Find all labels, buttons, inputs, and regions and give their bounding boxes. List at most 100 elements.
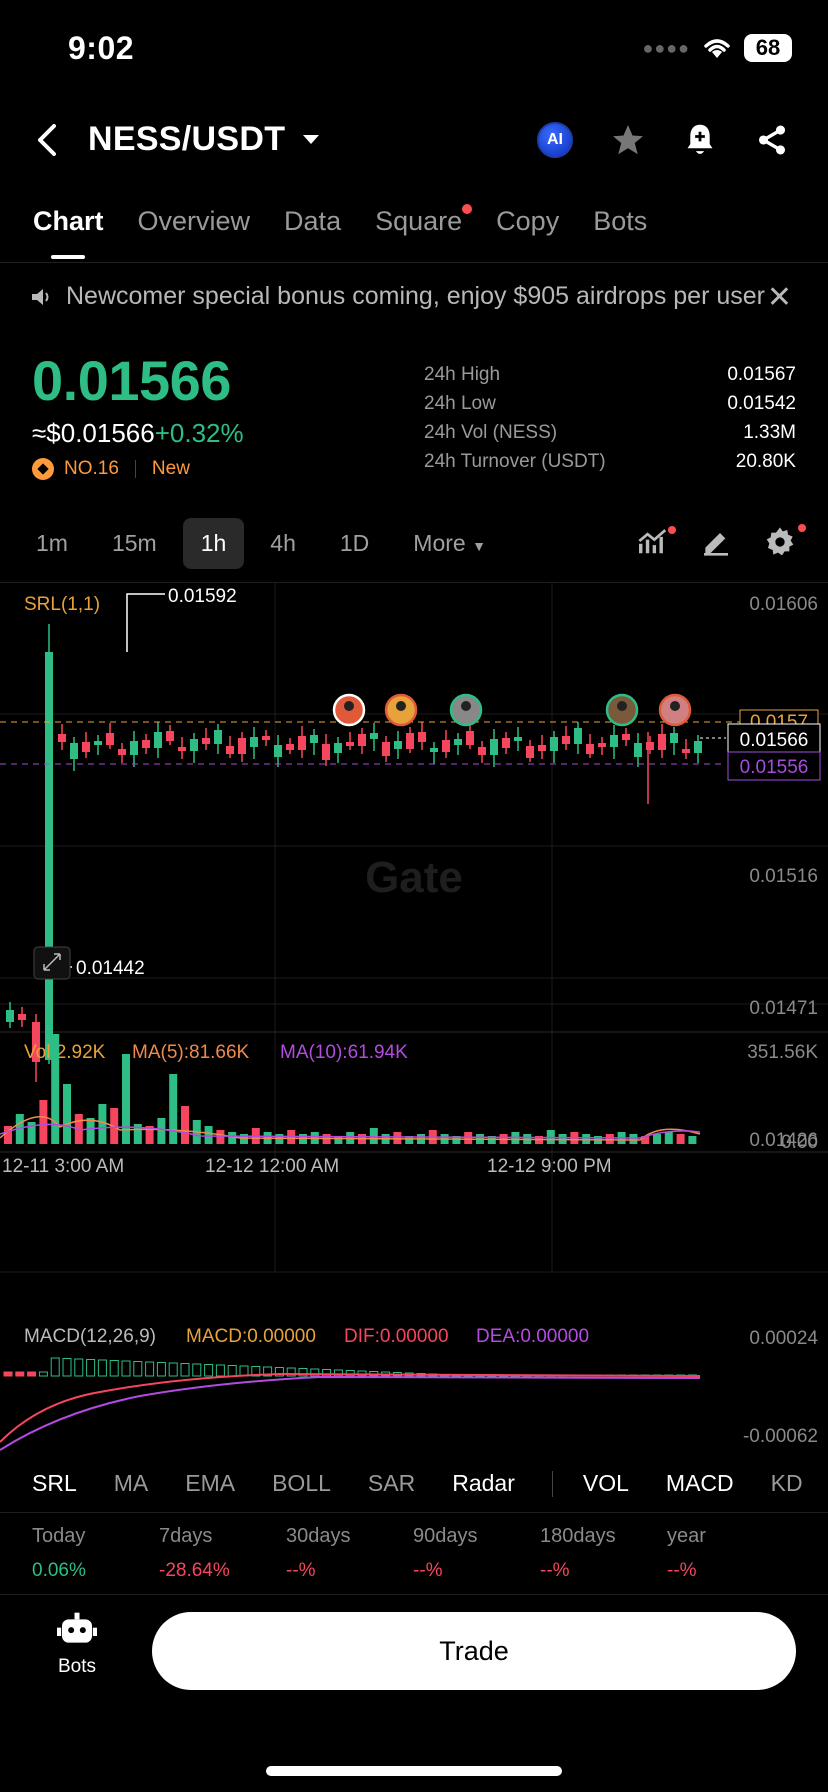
y-tick-label: 0.01606: [749, 594, 818, 615]
avatar-face: [617, 701, 627, 711]
rank-label[interactable]: NO.16: [64, 458, 119, 480]
candle-body: [382, 742, 390, 756]
timeframe-1h[interactable]: 1h: [182, 518, 245, 569]
timeframe-1d[interactable]: 1D: [322, 518, 387, 569]
tab-data[interactable]: Data: [284, 206, 341, 237]
macd-legend: MACD:0.00000: [186, 1326, 316, 1347]
candle-body: [190, 739, 198, 751]
home-indicator: [266, 1766, 562, 1776]
indicator-srl[interactable]: SRL: [32, 1470, 77, 1497]
macd-min-label: -0.00062: [743, 1426, 818, 1447]
volume-bar: [676, 1134, 685, 1144]
candlestick-chart[interactable]: SRL(1,1) Gate 0.015920.014420.01570.0156…: [0, 582, 828, 1452]
candle-body: [310, 735, 318, 743]
volume-legend: MA(10):61.94K: [280, 1042, 408, 1063]
tab-bots[interactable]: Bots: [593, 206, 647, 237]
volume-legend: Vol:2.92K: [24, 1042, 106, 1063]
indicator-tabs: SRL MA EMA BOLL SAR Radar VOL MACD KD: [32, 1470, 828, 1497]
macd-bar: [192, 1363, 202, 1377]
candle-body: [298, 736, 306, 750]
status-time: 9:02: [68, 30, 135, 66]
timeframe-15m[interactable]: 15m: [94, 518, 175, 569]
indicator-kd[interactable]: KD: [771, 1470, 803, 1497]
tab-copy[interactable]: Copy: [496, 206, 559, 237]
timeframe-1m[interactable]: 1m: [18, 518, 86, 569]
stat-value: 1.33M: [743, 422, 796, 443]
volume-bar: [86, 1118, 95, 1144]
candle-body: [478, 747, 486, 755]
macd-bar: [62, 1358, 72, 1377]
volume-bar: [216, 1130, 225, 1144]
macd-bar: [27, 1371, 37, 1377]
volume-max-label: 351.56K: [747, 1042, 818, 1063]
candle-body: [406, 733, 414, 749]
indicator-sar[interactable]: SAR: [368, 1470, 415, 1497]
announcement-banner[interactable]: Newcomer special bonus coming, enjoy $90…: [30, 282, 765, 311]
candle-body: [514, 737, 522, 741]
speaker-icon: [32, 288, 49, 305]
macd-bar: [215, 1364, 225, 1377]
macd-bar: [3, 1371, 13, 1377]
trade-button[interactable]: Trade: [152, 1612, 796, 1690]
volume-panel: Vol:2.92K MA(5):81.66K MA(10):61.94K 351.56…: [0, 1034, 818, 1153]
indicator-macd[interactable]: MACD: [666, 1470, 734, 1497]
volume-bar: [169, 1074, 178, 1144]
tab-chart[interactable]: Chart: [33, 206, 104, 259]
volume-bar: [63, 1084, 71, 1144]
share-button[interactable]: [750, 118, 794, 162]
alert-button[interactable]: [678, 118, 722, 162]
candle-body: [550, 737, 558, 751]
high-marker-label: 0.01592: [168, 586, 237, 607]
candle-body: [466, 731, 474, 745]
y-tick-label: 0.01426: [749, 1130, 818, 1151]
pair-title[interactable]: NESS/USDT: [88, 120, 285, 159]
back-arrow-icon[interactable]: [28, 118, 64, 162]
price-change: +0.32%: [154, 418, 244, 448]
candles: [6, 624, 702, 1082]
candle-body: [130, 741, 138, 755]
draw-tool-button[interactable]: [700, 526, 732, 561]
macd-panel: MACD(12,26,9) MACD:0.00000 DIF:0.00000 DEA:…: [0, 1326, 818, 1451]
bots-button[interactable]: Bots: [52, 1612, 102, 1678]
chart-settings-button[interactable]: [764, 524, 806, 563]
volume-bar: [664, 1132, 673, 1144]
candle-body: [430, 748, 438, 752]
rank-icon: [32, 458, 54, 480]
indicator-radar[interactable]: Radar: [452, 1470, 515, 1497]
chevron-down-icon[interactable]: [300, 132, 322, 148]
indicator-button[interactable]: [636, 526, 676, 561]
stat-label: 24h High: [424, 364, 501, 385]
favorite-button[interactable]: [606, 118, 650, 162]
close-icon[interactable]: ✕: [767, 280, 792, 315]
timeframe-more[interactable]: More ▼: [395, 518, 494, 569]
indicator-ma[interactable]: MA: [114, 1470, 149, 1497]
new-tag: New: [151, 458, 190, 479]
status-icons: ●●●● 68: [642, 34, 792, 62]
tab-square[interactable]: Square: [375, 204, 473, 237]
macd-max-label: 0.00024: [749, 1328, 818, 1349]
tab-overview[interactable]: Overview: [138, 206, 251, 237]
volume-bar: [157, 1118, 166, 1144]
indicator-boll[interactable]: BOLL: [272, 1470, 331, 1497]
signal-icon: ●●●●: [642, 37, 690, 58]
indicator-ema[interactable]: EMA: [185, 1470, 235, 1497]
timeframe-4h[interactable]: 4h: [252, 518, 314, 569]
wifi-icon: [704, 39, 730, 58]
indicator-vol[interactable]: VOL: [583, 1470, 629, 1497]
robot-icon: [57, 1612, 97, 1643]
macd-bar: [168, 1362, 178, 1377]
candle-body: [334, 743, 342, 753]
macd-bar: [133, 1361, 143, 1377]
perf-value: --%: [413, 1560, 443, 1581]
candle-body: [538, 745, 546, 751]
candle-body: [274, 745, 282, 757]
candle-body: [490, 739, 498, 755]
y-tick-label: 0.01516: [749, 866, 818, 887]
divider: [0, 262, 828, 263]
srl-label: SRL(1,1): [24, 594, 100, 615]
notification-dot: [668, 526, 676, 534]
volume-legend: MA(5):81.66K: [132, 1042, 250, 1063]
dif-line: [0, 1372, 701, 1443]
ai-button[interactable]: AI: [533, 118, 577, 162]
candle-body: [286, 744, 294, 750]
